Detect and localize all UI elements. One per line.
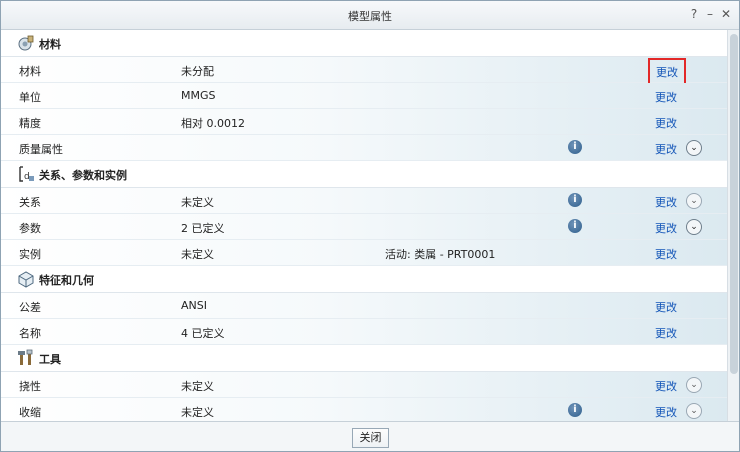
- section-relations: d 关系、参数和实例: [1, 161, 727, 188]
- edit-instances-link[interactable]: 更改: [655, 246, 677, 262]
- table-row: 收缩 未定义 i 更改 ⌄: [1, 398, 727, 421]
- edit-precision-link[interactable]: 更改: [655, 115, 677, 131]
- expand-chevron-icon[interactable]: ⌄: [686, 377, 702, 393]
- minimize-icon[interactable]: –: [703, 7, 717, 21]
- property-value: 未定义: [181, 196, 214, 209]
- property-value: 2 已定义: [181, 222, 225, 235]
- property-label: 收缩: [19, 406, 41, 419]
- property-label: 名称: [19, 327, 41, 340]
- table-row: 关系 未定义 i 更改 ⌄: [1, 188, 727, 214]
- dialog-title: 模型属性: [348, 10, 392, 23]
- info-icon[interactable]: i: [568, 193, 582, 207]
- edit-flexibility-link[interactable]: 更改: [655, 378, 677, 394]
- section-materials: 材料: [1, 30, 727, 57]
- model-properties-dialog: 模型属性 ? – ✕ 材料 材料 未分配 更改 单位 MMGS 更改 精度 相对…: [0, 0, 740, 452]
- expand-chevron-icon[interactable]: ⌄: [686, 219, 702, 235]
- table-row: 名称 4 已定义 更改: [1, 319, 727, 345]
- expand-chevron-icon[interactable]: ⌄: [686, 403, 702, 419]
- edit-parameters-link[interactable]: 更改: [655, 220, 677, 236]
- section-title: 工具: [39, 353, 61, 366]
- property-label: 精度: [19, 117, 41, 130]
- table-row: 精度 相对 0.0012 更改: [1, 109, 727, 135]
- property-label: 质量属性: [19, 143, 63, 156]
- table-row: 单位 MMGS 更改: [1, 83, 727, 109]
- edit-relations-link[interactable]: 更改: [655, 194, 677, 210]
- section-title: 材料: [39, 38, 61, 51]
- edit-material-link[interactable]: 更改: [648, 58, 686, 86]
- svg-text:d: d: [24, 172, 30, 182]
- help-icon[interactable]: ?: [687, 7, 701, 21]
- table-row: 质量属性 i 更改 ⌄: [1, 135, 727, 161]
- edit-units-link[interactable]: 更改: [655, 89, 677, 105]
- table-row: 挠性 未定义 更改 ⌄: [1, 372, 727, 398]
- info-icon[interactable]: i: [568, 219, 582, 233]
- section-title: 关系、参数和实例: [39, 169, 127, 182]
- material-icon: [18, 35, 34, 51]
- scrollbar-thumb[interactable]: [730, 34, 738, 374]
- property-value: 未分配: [181, 65, 214, 78]
- expand-chevron-icon[interactable]: ⌄: [686, 193, 702, 209]
- property-value: 未定义: [181, 406, 214, 419]
- relations-icon: d: [19, 166, 34, 182]
- section-features: 特征和几何: [1, 266, 727, 293]
- close-window-icon[interactable]: ✕: [719, 7, 733, 21]
- expand-chevron-icon[interactable]: ⌄: [686, 140, 702, 156]
- edit-names-link[interactable]: 更改: [655, 325, 677, 341]
- table-row: 公差 ANSI 更改: [1, 293, 727, 319]
- property-label: 材料: [19, 65, 41, 78]
- property-label: 实例: [19, 248, 41, 261]
- tools-icon: [18, 349, 33, 365]
- property-label: 公差: [19, 301, 41, 314]
- property-value: 相对 0.0012: [181, 117, 245, 130]
- property-label: 挠性: [19, 380, 41, 393]
- edit-tolerance-link[interactable]: 更改: [655, 299, 677, 315]
- edit-shrinkage-link[interactable]: 更改: [655, 404, 677, 420]
- section-tools: 工具: [1, 345, 727, 372]
- table-row: 参数 2 已定义 i 更改 ⌄: [1, 214, 727, 240]
- info-icon[interactable]: i: [568, 140, 582, 154]
- close-button[interactable]: 关闭: [352, 428, 389, 448]
- property-value: 4 已定义: [181, 327, 225, 340]
- property-label: 单位: [19, 91, 41, 104]
- properties-list: 材料 材料 未分配 更改 单位 MMGS 更改 精度 相对 0.0012 更改 …: [1, 30, 727, 421]
- title-bar: 模型属性 ? – ✕: [1, 1, 739, 30]
- table-row: 材料 未分配 更改: [1, 57, 727, 86]
- property-label: 参数: [19, 222, 41, 235]
- property-value: 未定义: [181, 248, 214, 261]
- vertical-scrollbar[interactable]: [727, 30, 739, 421]
- edit-mass-properties-link[interactable]: 更改: [655, 141, 677, 157]
- active-instance-text: 活动: 类属 - PRT0001: [385, 248, 496, 261]
- property-value: 未定义: [181, 380, 214, 393]
- property-value: ANSI: [181, 299, 207, 312]
- property-label: 关系: [19, 196, 41, 209]
- table-row: 实例 未定义 活动: 类属 - PRT0001 更改: [1, 240, 727, 266]
- features-icon: [18, 271, 34, 288]
- dialog-footer: 关闭: [1, 421, 739, 451]
- section-title: 特征和几何: [39, 274, 94, 287]
- info-icon[interactable]: i: [568, 403, 582, 417]
- property-value: MMGS: [181, 89, 216, 102]
